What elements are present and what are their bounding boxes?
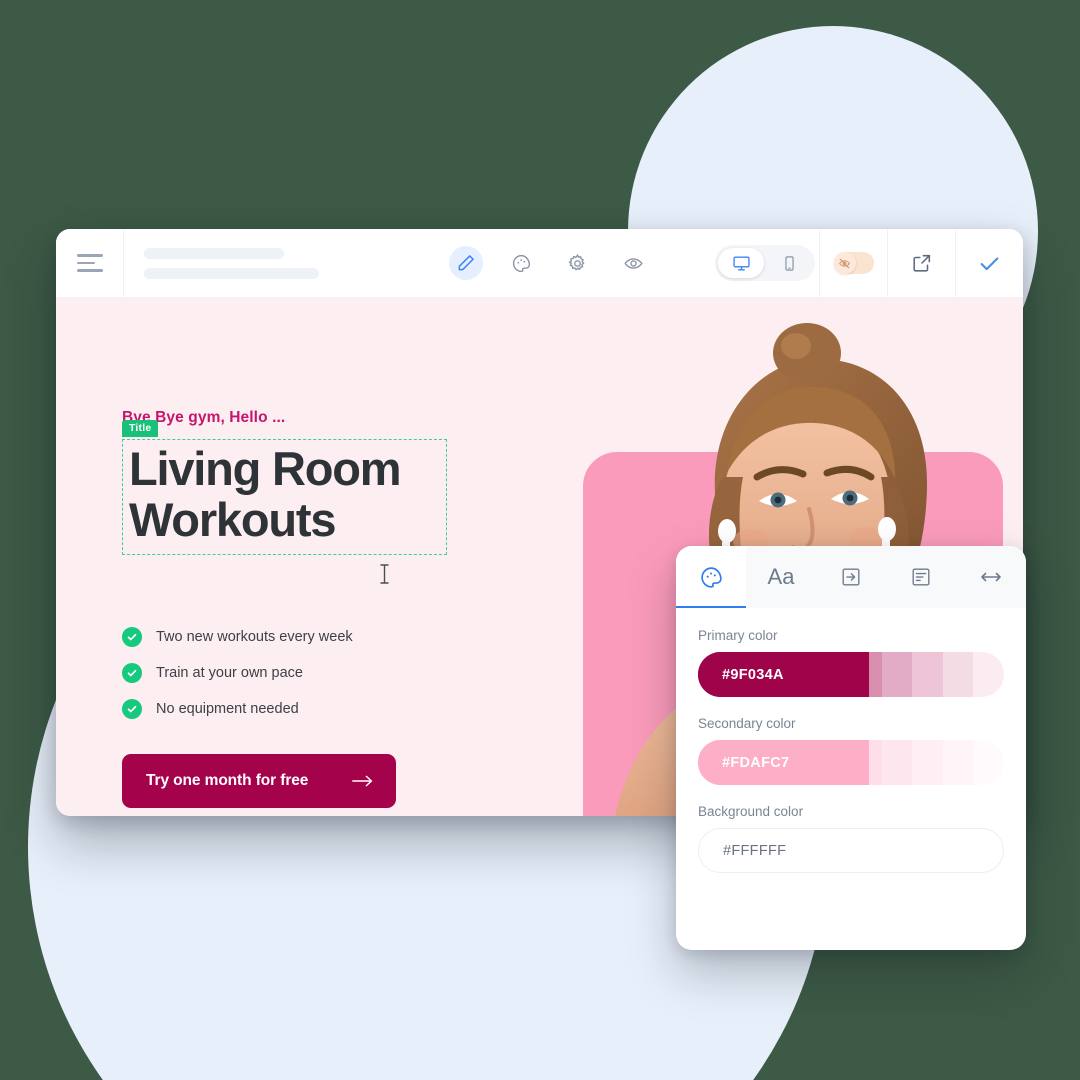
pencil-icon <box>458 255 474 271</box>
device-option-mobile[interactable] <box>766 248 812 278</box>
background-color-label: Background color <box>698 804 804 819</box>
mobile-icon <box>784 255 794 271</box>
primary-color-swatch[interactable]: #9F034A <box>698 652 1004 697</box>
palette-icon <box>513 254 531 272</box>
eye-icon-button[interactable] <box>617 246 651 280</box>
external-link-icon <box>912 254 930 272</box>
toggle-knob <box>833 252 856 274</box>
hamburger-menu-icon <box>76 254 103 272</box>
feature-label: Two new workouts every week <box>156 629 353 645</box>
tab-buttons[interactable] <box>816 546 886 608</box>
tab-spacing[interactable] <box>956 546 1026 608</box>
gear-icon <box>568 253 585 271</box>
tab-layout[interactable] <box>886 546 956 608</box>
headline-line-2: Workouts <box>129 492 336 546</box>
hero-text-block: Bye Bye gym, Hello ... Title Living Room… <box>122 409 562 584</box>
feature-label: No equipment needed <box>156 701 299 717</box>
list-item: Two new workouts every week <box>122 627 353 647</box>
editor-toolbar <box>56 229 1023 297</box>
primary-color-label: Primary color <box>698 628 778 643</box>
check-icon <box>980 256 999 270</box>
selected-title-element[interactable]: Title Living Room Workouts <box>122 420 447 584</box>
text-cursor-icon <box>380 564 389 584</box>
secondary-color-swatch[interactable]: #FDAFC7 <box>698 740 1004 785</box>
palette-icon <box>700 566 722 588</box>
check-circle-icon <box>122 663 142 683</box>
page-root: Bye Bye gym, Hello ... Title Living Room… <box>0 0 1080 1080</box>
arrow-into-box-icon <box>842 568 860 586</box>
style-panel-body: Primary color #9F034A Secondary color #F… <box>676 608 1026 873</box>
placeholder-bar-1 <box>144 247 284 259</box>
hero-headline: Living Room Workouts <box>129 442 438 546</box>
toolbar-tool-group <box>384 229 715 297</box>
device-preview-switch <box>715 229 819 297</box>
pencil-icon-button[interactable] <box>448 246 483 280</box>
palette-icon-button[interactable] <box>505 246 539 280</box>
secondary-color-label: Secondary color <box>698 716 796 731</box>
primary-color-value: #9F034A <box>722 666 784 683</box>
tab-colors[interactable] <box>676 546 746 608</box>
cta-button[interactable]: Try one month for free <box>122 754 396 808</box>
list-item: Train at your own pace <box>122 663 353 683</box>
headline-line-1: Living Room <box>129 442 402 495</box>
list-item: No equipment needed <box>122 699 353 719</box>
secondary-color-value: #FDAFC7 <box>722 754 790 771</box>
confirm-button[interactable] <box>955 229 1023 297</box>
gear-icon-button[interactable] <box>561 246 595 280</box>
title-selection-box[interactable]: Living Room Workouts <box>122 439 447 555</box>
check-circle-icon <box>122 699 142 719</box>
device-option-desktop[interactable] <box>718 248 764 278</box>
hamburger-menu-button[interactable] <box>56 229 124 297</box>
background-color-value[interactable]: #FFFFFF <box>698 828 1004 873</box>
eye-off-icon <box>839 258 850 268</box>
style-panel-tabs: Aa <box>676 546 1026 608</box>
eye-off-toggle[interactable] <box>833 252 874 274</box>
style-panel: Aa Primary color #9F034A Secondary color… <box>676 546 1026 950</box>
selection-badge: Title <box>122 420 159 437</box>
feature-label: Train at your own pace <box>156 665 303 681</box>
hero-eyebrow: Bye Bye gym, Hello ... <box>122 409 286 426</box>
arrow-right-icon <box>352 775 373 787</box>
page-title-placeholder <box>124 229 384 297</box>
tab-typography[interactable]: Aa <box>746 546 816 608</box>
feature-list: Two new workouts every week Train at you… <box>122 627 353 719</box>
desktop-icon <box>732 255 750 271</box>
cta-button-label: Try one month for free <box>146 772 309 789</box>
placeholder-bar-2 <box>144 267 319 279</box>
share-button[interactable] <box>887 229 955 297</box>
visibility-toggle-button[interactable] <box>819 229 887 297</box>
horizontal-resize-icon <box>981 572 1001 582</box>
text-align-box-icon <box>912 568 930 586</box>
tab-typography-label: Aa <box>767 564 795 589</box>
eye-icon <box>624 257 643 269</box>
check-circle-icon <box>122 627 142 647</box>
